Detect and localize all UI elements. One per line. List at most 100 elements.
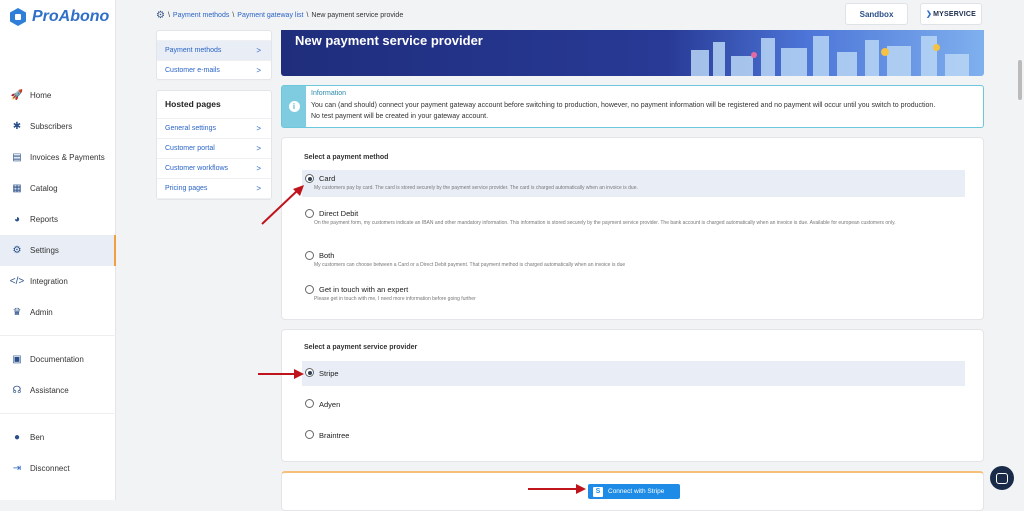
option-description: On the payment form, my customers indica… bbox=[314, 220, 896, 226]
subscribers-icon: ✱ bbox=[12, 121, 22, 132]
sidebar-item-label: Disconnect bbox=[30, 464, 70, 473]
sidebar-item-documentation[interactable]: ▣ Documentation bbox=[0, 344, 116, 375]
gears-icon: ⚙ bbox=[156, 10, 165, 21]
settings-link-truncated[interactable] bbox=[157, 31, 271, 41]
logo-text: ProAbono bbox=[32, 8, 110, 25]
logout-icon: ⇥ bbox=[12, 463, 22, 474]
payment-option-direct-debit[interactable]: Direct Debit On the payment form, my cus… bbox=[302, 205, 965, 239]
breadcrumb-separator: \ bbox=[306, 12, 309, 19]
settings-panel: Payment methods > Customer e-mails > bbox=[156, 30, 272, 81]
settings-link-payment-methods[interactable]: Payment methods > bbox=[157, 41, 271, 61]
provider-option-stripe[interactable]: Stripe bbox=[302, 361, 965, 386]
logo-icon bbox=[10, 8, 26, 26]
sidebar-item-user[interactable]: ● Ben bbox=[0, 422, 116, 453]
sidebar-item-label: Settings bbox=[30, 246, 59, 255]
info-line: No test payment will be created in your … bbox=[311, 112, 489, 120]
payment-option-both[interactable]: Both My customers can choose between a C… bbox=[302, 247, 965, 273]
breadcrumb-gateway-list[interactable]: Payment gateway list bbox=[237, 12, 303, 19]
settings-link-customer-emails[interactable]: Customer e-mails > bbox=[157, 61, 271, 81]
divider bbox=[0, 328, 116, 336]
payment-provider-section: Select a payment service provider Stripe… bbox=[281, 329, 984, 462]
info-line: You can (and should) connect your paymen… bbox=[311, 102, 936, 109]
sidebar-item-assistance[interactable]: ☊ Assistance bbox=[0, 375, 116, 406]
provider-option-adyen[interactable]: Adyen bbox=[302, 392, 965, 417]
settings-link-label: Customer portal bbox=[165, 145, 215, 152]
crown-icon: ♛ bbox=[12, 307, 22, 318]
connect-section: S Connect with Stripe bbox=[281, 471, 984, 511]
chevron-right-icon: > bbox=[256, 144, 261, 153]
sidebar-item-catalog[interactable]: ▦ Catalog bbox=[0, 173, 116, 204]
option-label: Adyen bbox=[319, 400, 341, 409]
sidebar-item-home[interactable]: 🚀 Home bbox=[0, 80, 116, 111]
scrollbar-thumb[interactable] bbox=[1018, 60, 1022, 100]
settings-link-label: Customer e-mails bbox=[165, 67, 220, 74]
sidebar-item-admin[interactable]: ♛ Admin bbox=[0, 297, 116, 328]
logo[interactable]: ProAbono bbox=[10, 8, 109, 26]
settings-link-workflows[interactable]: Customer workflows > bbox=[157, 159, 271, 179]
scrollbar[interactable] bbox=[1016, 30, 1024, 500]
option-label: Direct Debit bbox=[319, 209, 359, 218]
breadcrumb-separator: \ bbox=[167, 12, 170, 19]
gears-icon: ⚙ bbox=[12, 245, 22, 256]
option-label: Stripe bbox=[319, 369, 339, 378]
hosted-pages-panel: Hosted pages General settings > Customer … bbox=[156, 90, 272, 200]
option-label: Braintree bbox=[319, 431, 350, 440]
section-title: Select a payment service provider bbox=[304, 344, 418, 351]
info-bar: i bbox=[282, 86, 306, 127]
user-icon: ● bbox=[13, 432, 21, 443]
sidebar-item-label: Assistance bbox=[30, 386, 69, 395]
sidebar-item-disconnect[interactable]: ⇥ Disconnect bbox=[0, 453, 116, 484]
connect-button-label: Connect with Stripe bbox=[608, 488, 665, 495]
connect-stripe-button[interactable]: S Connect with Stripe bbox=[588, 484, 680, 499]
radio-button[interactable] bbox=[305, 430, 314, 439]
info-icon: i bbox=[288, 101, 300, 112]
payment-option-card[interactable]: Card My customers pay by card. The card … bbox=[302, 170, 965, 197]
option-label: Get in touch with an expert bbox=[319, 285, 409, 294]
account-switcher[interactable]: ❯ MYSERVICE bbox=[920, 3, 982, 25]
chevron-right-icon: > bbox=[256, 46, 261, 55]
sidebar-item-label: Catalog bbox=[30, 184, 58, 193]
settings-link-label: Pricing pages bbox=[165, 185, 208, 192]
option-description: My customers can choose between a Card o… bbox=[314, 262, 626, 268]
radio-button[interactable] bbox=[305, 285, 314, 294]
option-description: My customers pay by card. The card is st… bbox=[314, 185, 638, 191]
brand-chevron-icon: ❯ bbox=[926, 11, 933, 18]
sidebar-item-label: Integration bbox=[30, 277, 68, 286]
radio-button[interactable] bbox=[305, 368, 314, 377]
sidebar-item-label: Home bbox=[30, 91, 52, 100]
payment-method-section: Select a payment method Card My customer… bbox=[281, 137, 984, 320]
settings-link-pricing[interactable]: Pricing pages > bbox=[157, 179, 271, 199]
sidebar-item-label: Reports bbox=[30, 215, 59, 224]
chevron-right-icon: > bbox=[256, 164, 261, 173]
payment-option-expert[interactable]: Get in touch with an expert Please get i… bbox=[302, 281, 965, 307]
topbar: ⚙ \ Payment methods \ Payment gateway li… bbox=[116, 0, 1024, 30]
settings-link-general[interactable]: General settings > bbox=[157, 119, 271, 139]
breadcrumb-separator: \ bbox=[232, 12, 235, 19]
sidebar-item-integration[interactable]: </> Integration bbox=[0, 266, 116, 297]
breadcrumb-current: New payment service provide bbox=[311, 12, 404, 19]
settings-link-label: General settings bbox=[165, 125, 216, 132]
radio-button[interactable] bbox=[305, 251, 314, 260]
sidebar-item-invoices[interactable]: ▤ Invoices & Payments bbox=[0, 142, 116, 173]
divider bbox=[0, 406, 116, 414]
option-label: Card bbox=[319, 174, 336, 183]
settings-link-portal[interactable]: Customer portal > bbox=[157, 139, 271, 159]
sidebar-item-reports[interactable]: ◕ Reports bbox=[0, 204, 116, 235]
sidebar-item-label: Invoices & Payments bbox=[30, 153, 105, 162]
sidebar-item-settings[interactable]: ⚙ Settings bbox=[0, 235, 116, 266]
settings-link-label: Customer workflows bbox=[165, 165, 229, 172]
breadcrumb-payment-methods[interactable]: Payment methods bbox=[173, 12, 229, 19]
sidebar-item-subscribers[interactable]: ✱ Subscribers bbox=[0, 111, 116, 142]
sidebar-nav: 🚀 Home ✱ Subscribers ▤ Invoices & Payments … bbox=[0, 80, 116, 484]
annotation-arrow-icon bbox=[261, 185, 304, 225]
sandbox-button[interactable]: Sandbox bbox=[845, 3, 908, 25]
rocket-icon: 🚀 bbox=[10, 90, 24, 101]
radio-button[interactable] bbox=[305, 399, 314, 408]
breadcrumb: ⚙ \ Payment methods \ Payment gateway li… bbox=[156, 10, 403, 21]
catalog-icon: ▦ bbox=[12, 183, 22, 194]
provider-option-braintree[interactable]: Braintree bbox=[302, 423, 965, 448]
chevron-right-icon: > bbox=[256, 66, 261, 75]
chat-widget-button[interactable] bbox=[990, 466, 1014, 490]
book-icon: ▣ bbox=[12, 354, 22, 365]
info-title: Information bbox=[311, 90, 347, 97]
